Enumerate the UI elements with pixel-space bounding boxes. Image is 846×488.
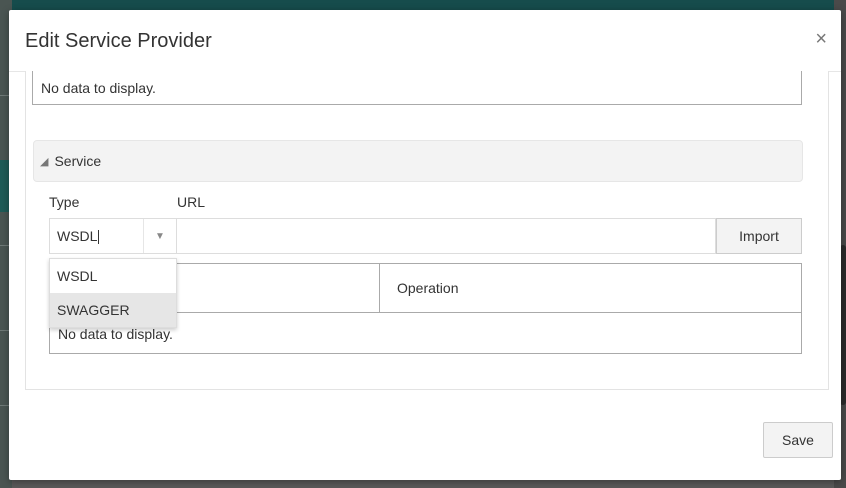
type-label: Type [49, 194, 80, 210]
import-button[interactable]: Import [716, 218, 802, 254]
top-table-empty-message: No data to display. [32, 71, 802, 105]
text-caret [98, 230, 100, 245]
chevron-down-icon[interactable]: ▼ [143, 219, 176, 253]
edit-service-provider-dialog: Edit Service Provider × No data to displ… [9, 10, 841, 480]
close-icon[interactable]: × [815, 28, 827, 51]
type-dropdown-list: WSDL SWAGGER [49, 258, 177, 328]
type-option-wsdl[interactable]: WSDL [50, 259, 176, 293]
column-header-operation[interactable]: Operation [380, 264, 801, 312]
dialog-header: Edit Service Provider × [9, 10, 841, 72]
service-section-title: Service [54, 153, 102, 169]
type-select-value: WSDL [57, 227, 100, 245]
url-label: URL [177, 194, 206, 210]
save-button[interactable]: Save [763, 422, 833, 458]
type-select[interactable]: WSDL ▼ [49, 218, 177, 254]
url-input[interactable] [177, 218, 716, 254]
dialog-title: Edit Service Provider [25, 30, 212, 52]
type-option-swagger[interactable]: SWAGGER [50, 293, 176, 327]
triangle-expanded-icon: ◢ [40, 155, 49, 168]
service-section-header[interactable]: ◢ Service [33, 140, 803, 182]
